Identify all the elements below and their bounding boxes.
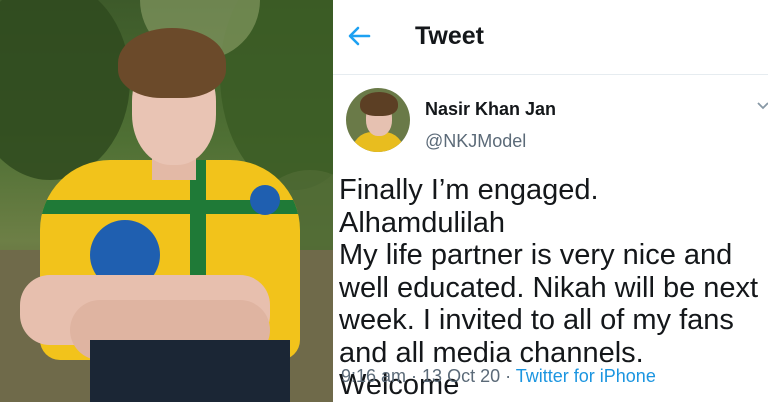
tweet-meta: 9:16 am · 13 Oct 20 · Twitter for iPhone: [341, 366, 656, 387]
tweet-time[interactable]: 9:16 am: [341, 366, 406, 386]
meta-separator: ·: [406, 366, 423, 386]
profile-photo: [0, 0, 333, 402]
photo-pants: [90, 340, 290, 402]
tweet-source-link[interactable]: Twitter for iPhone: [516, 366, 656, 386]
tweet-panel: Tweet Nasir Khan Jan @NKJModel Finally I…: [333, 0, 768, 402]
meta-separator: ·: [500, 366, 516, 386]
shirt-emblem: [250, 185, 280, 215]
avatar[interactable]: [346, 88, 410, 152]
chevron-down-icon[interactable]: [755, 98, 768, 114]
tweet-header: Tweet: [333, 0, 768, 75]
arrow-left-icon[interactable]: [345, 22, 373, 50]
author-name[interactable]: Nasir Khan Jan: [425, 99, 556, 120]
photo-hair: [118, 28, 226, 98]
author-handle[interactable]: @NKJModel: [425, 131, 526, 152]
tweet-date[interactable]: 13 Oct 20: [422, 366, 500, 386]
photo-foliage: [0, 0, 130, 180]
page-title: Tweet: [415, 22, 484, 50]
avatar-hair: [360, 92, 398, 116]
